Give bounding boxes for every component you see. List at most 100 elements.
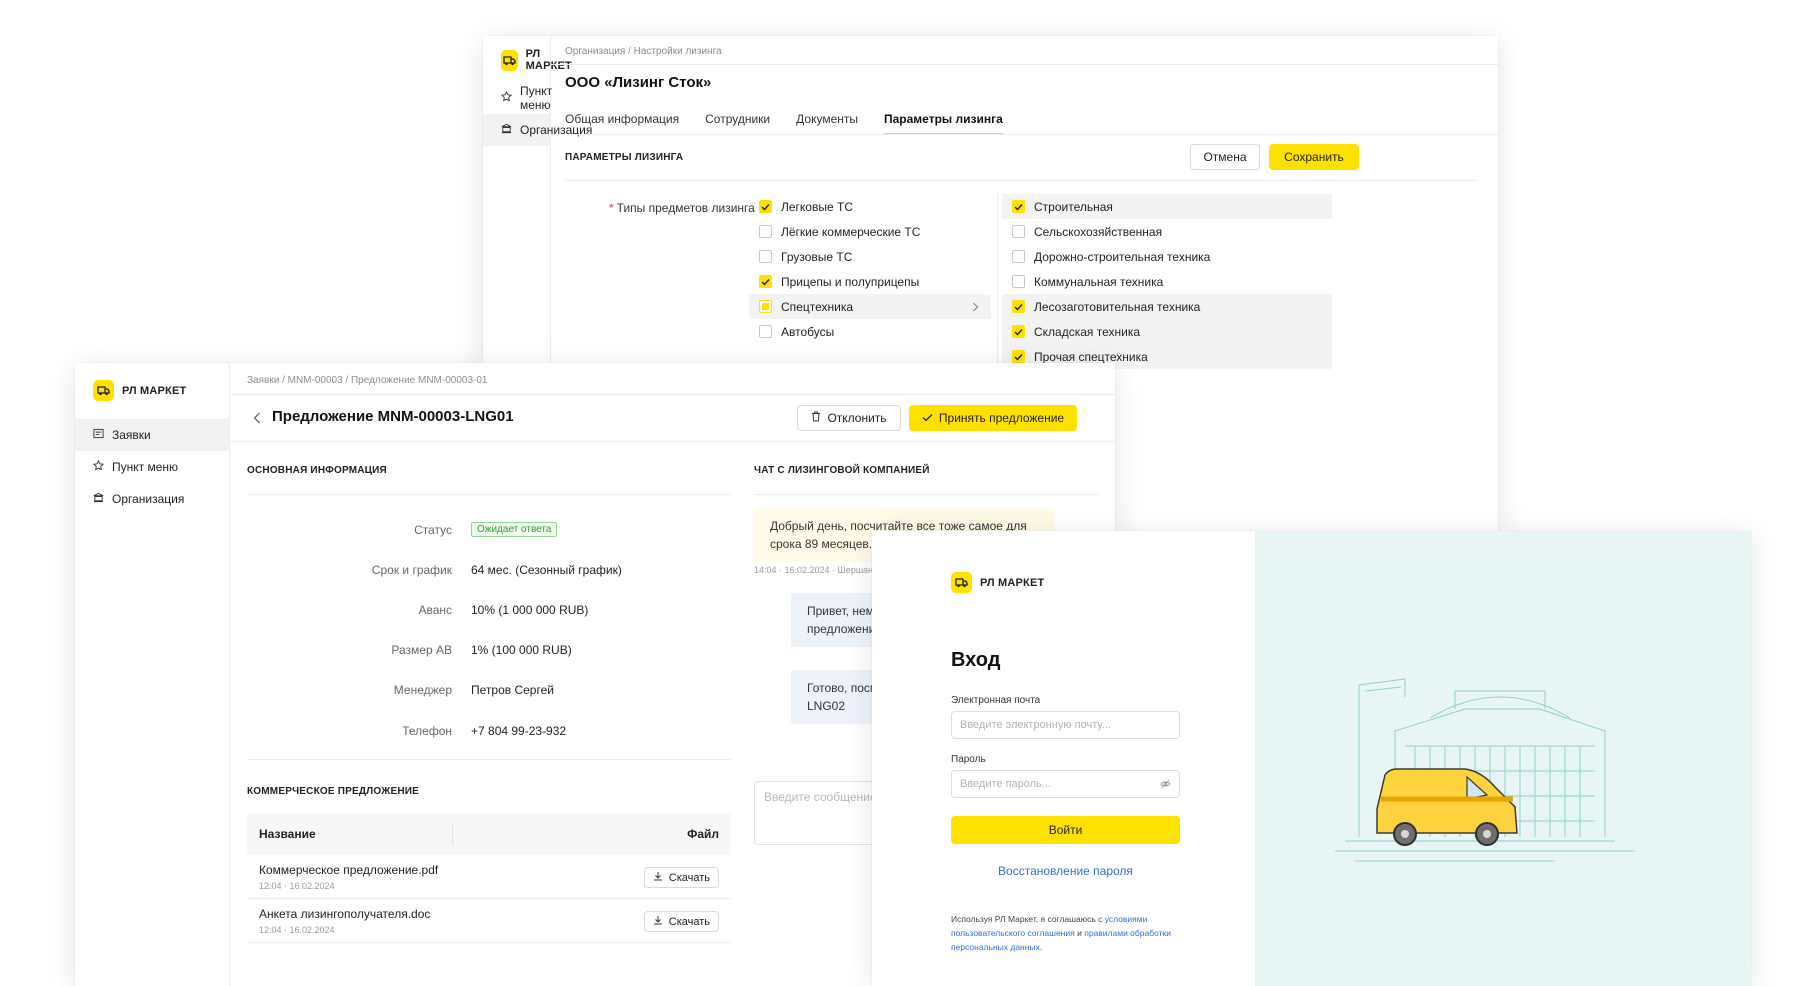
files-table: Название Файл Коммерческое предложение.p… <box>247 813 731 943</box>
email-label: Электронная почта <box>951 695 1041 706</box>
table-header: Название Файл <box>247 813 731 855</box>
login-button[interactable]: Войти <box>951 816 1180 844</box>
option-buses[interactable]: Автобусы <box>749 319 991 344</box>
accept-offer-button[interactable]: Принять предложение <box>909 405 1077 431</box>
status-badge: Ожидает ответа <box>471 522 558 537</box>
checkbox-checked[interactable] <box>759 200 772 213</box>
login-window: РЛ МАРКЕТ Вход Электронная почта Введите… <box>872 531 1751 986</box>
bank-icon <box>501 123 512 137</box>
download-button[interactable]: Скачать <box>643 867 719 888</box>
sidebar-item-label: Пункт меню <box>520 84 553 112</box>
option-light-commercial[interactable]: Лёгкие коммерческие ТС <box>749 219 991 244</box>
message-meta: 14:04 · 16.02.2024 · Шершан <box>754 565 874 575</box>
field-label-leasing-types: * Типы предметов лизинга <box>609 201 755 215</box>
required-marker: * <box>609 201 614 215</box>
option-municipal[interactable]: Коммунальная техника <box>1002 269 1332 294</box>
check-icon <box>922 411 933 425</box>
file-name: Коммерческое предложение.pdf <box>259 863 439 877</box>
star-icon <box>500 90 513 105</box>
password-label: Пароль <box>951 754 986 765</box>
header-divider <box>230 441 1115 442</box>
tab-leasing-params[interactable]: Параметры лизинга <box>884 112 1003 135</box>
eye-off-icon[interactable] <box>1160 779 1171 792</box>
brand-logo[interactable]: РЛ МАРКЕТ <box>951 572 1044 593</box>
tabs-divider <box>551 134 1498 135</box>
file-name: Анкета лизингополучателя.doc <box>259 907 431 921</box>
restore-password-link[interactable]: Восстановление пароля <box>951 864 1180 878</box>
password-input[interactable]: Введите пароль... <box>951 770 1180 798</box>
sidebar-item-label: Пункт меню <box>112 460 179 474</box>
option-construction[interactable]: Строительная <box>1002 194 1332 219</box>
truck-logo-icon <box>501 49 518 71</box>
option-trailers[interactable]: Прицепы и полуприцепы <box>749 269 991 294</box>
left-checkbox-list: Легковые ТС Лёгкие коммерческие ТС Грузо… <box>749 194 991 344</box>
legal-notice: Используя РЛ Маркет, я соглашаюсь с усло… <box>951 914 1171 952</box>
breadcrumb[interactable]: Заявки / MNM-00003 / Предложение MNM-000… <box>247 375 487 386</box>
list-icon <box>93 428 104 442</box>
sidebar-item-organization[interactable]: Организация <box>75 483 229 515</box>
download-icon <box>653 871 663 884</box>
sidebar-item-menu[interactable]: Пункт меню <box>75 451 229 483</box>
building-van-illustration <box>1335 678 1635 862</box>
sidebar-nav: Пункт меню Организация <box>483 82 592 146</box>
breadcrumb[interactable]: Организация / Настройки лизинга <box>565 46 722 57</box>
sidebar-item-menu[interactable]: Пункт меню <box>483 82 553 114</box>
login-heading: Вход <box>951 649 1001 671</box>
right-checkbox-list: Строительная Сельскохозяйственная Дорожн… <box>1002 194 1332 369</box>
checkbox-unchecked[interactable] <box>1012 250 1025 263</box>
sidebar-item-label: Организация <box>112 492 185 506</box>
checkbox-unchecked[interactable] <box>759 225 772 238</box>
commercial-offer-title: КОММЕРЧЕСКОЕ ПРЕДЛОЖЕНИЕ <box>247 786 420 797</box>
checkbox-indeterminate[interactable] <box>759 300 772 313</box>
reject-button[interactable]: Отклонить <box>797 405 901 431</box>
download-icon <box>653 915 663 928</box>
brand-name: РЛ МАРКЕТ <box>980 576 1045 589</box>
truck-logo-icon <box>93 380 114 401</box>
section-title: ПАРАМЕТРЫ ЛИЗИНГА <box>565 152 684 163</box>
cancel-button[interactable]: Отмена <box>1190 144 1260 170</box>
main-info-title: ОСНОВНАЯ ИНФОРМАЦИЯ <box>247 465 387 476</box>
divider <box>230 394 1115 395</box>
checkbox-checked[interactable] <box>1012 300 1025 313</box>
save-button[interactable]: Сохранить <box>1269 144 1359 170</box>
checkbox-checked[interactable] <box>759 275 772 288</box>
checkbox-unchecked[interactable] <box>1012 225 1025 238</box>
chevron-right-icon <box>972 301 979 315</box>
back-chevron-icon[interactable] <box>253 411 261 429</box>
download-button[interactable]: Скачать <box>643 911 719 932</box>
table-row: Анкета лизингополучателя.doc 12:04 · 16.… <box>247 899 731 943</box>
checkbox-unchecked[interactable] <box>759 250 772 263</box>
checkbox-unchecked[interactable] <box>1012 275 1025 288</box>
file-date: 12:04 · 16.02.2024 <box>259 925 335 935</box>
checkbox-unchecked[interactable] <box>759 325 772 338</box>
brand-name: РЛ МАРКЕТ <box>122 384 187 397</box>
bank-icon <box>93 492 104 506</box>
col-name-header: Название <box>259 827 316 841</box>
option-special-equipment[interactable]: Спецтехника <box>749 294 991 319</box>
file-date: 12:04 · 16.02.2024 <box>259 881 335 891</box>
option-road-construction[interactable]: Дорожно-строительная техника <box>1002 244 1332 269</box>
option-passenger-vehicles[interactable]: Легковые ТС <box>749 194 991 219</box>
trash-icon <box>811 411 821 425</box>
chat-title: ЧАТ С ЛИЗИНГОВОЙ КОМПАНИЕЙ <box>754 465 930 476</box>
col-separator <box>452 823 453 845</box>
checkbox-checked[interactable] <box>1012 350 1025 363</box>
option-agricultural[interactable]: Сельскохозяйственная <box>1002 219 1332 244</box>
sidebar: РЛ МАРКЕТ Заявки Пункт меню Организация <box>75 363 230 986</box>
star-icon <box>92 459 105 474</box>
checkbox-checked[interactable] <box>1012 325 1025 338</box>
option-trucks[interactable]: Грузовые ТС <box>749 244 991 269</box>
checkbox-checked[interactable] <box>1012 200 1025 213</box>
sidebar-item-organization[interactable]: Организация <box>483 114 592 146</box>
sidebar-nav: Заявки Пункт меню Организация <box>75 419 229 515</box>
tab-general[interactable]: Общая информация <box>565 112 679 135</box>
tab-documents[interactable]: Документы <box>796 112 858 135</box>
email-input[interactable]: Введите электронную почту... <box>951 711 1180 739</box>
tab-employees[interactable]: Сотрудники <box>705 112 770 135</box>
section-divider <box>247 494 731 495</box>
sidebar-item-requests[interactable]: Заявки <box>75 419 229 451</box>
chat-divider <box>754 494 1099 495</box>
brand-logo[interactable]: РЛ МАРКЕТ <box>93 380 186 401</box>
option-logging[interactable]: Лесозаготовительная техника <box>1002 294 1332 319</box>
option-warehouse[interactable]: Складская техника <box>1002 319 1332 344</box>
